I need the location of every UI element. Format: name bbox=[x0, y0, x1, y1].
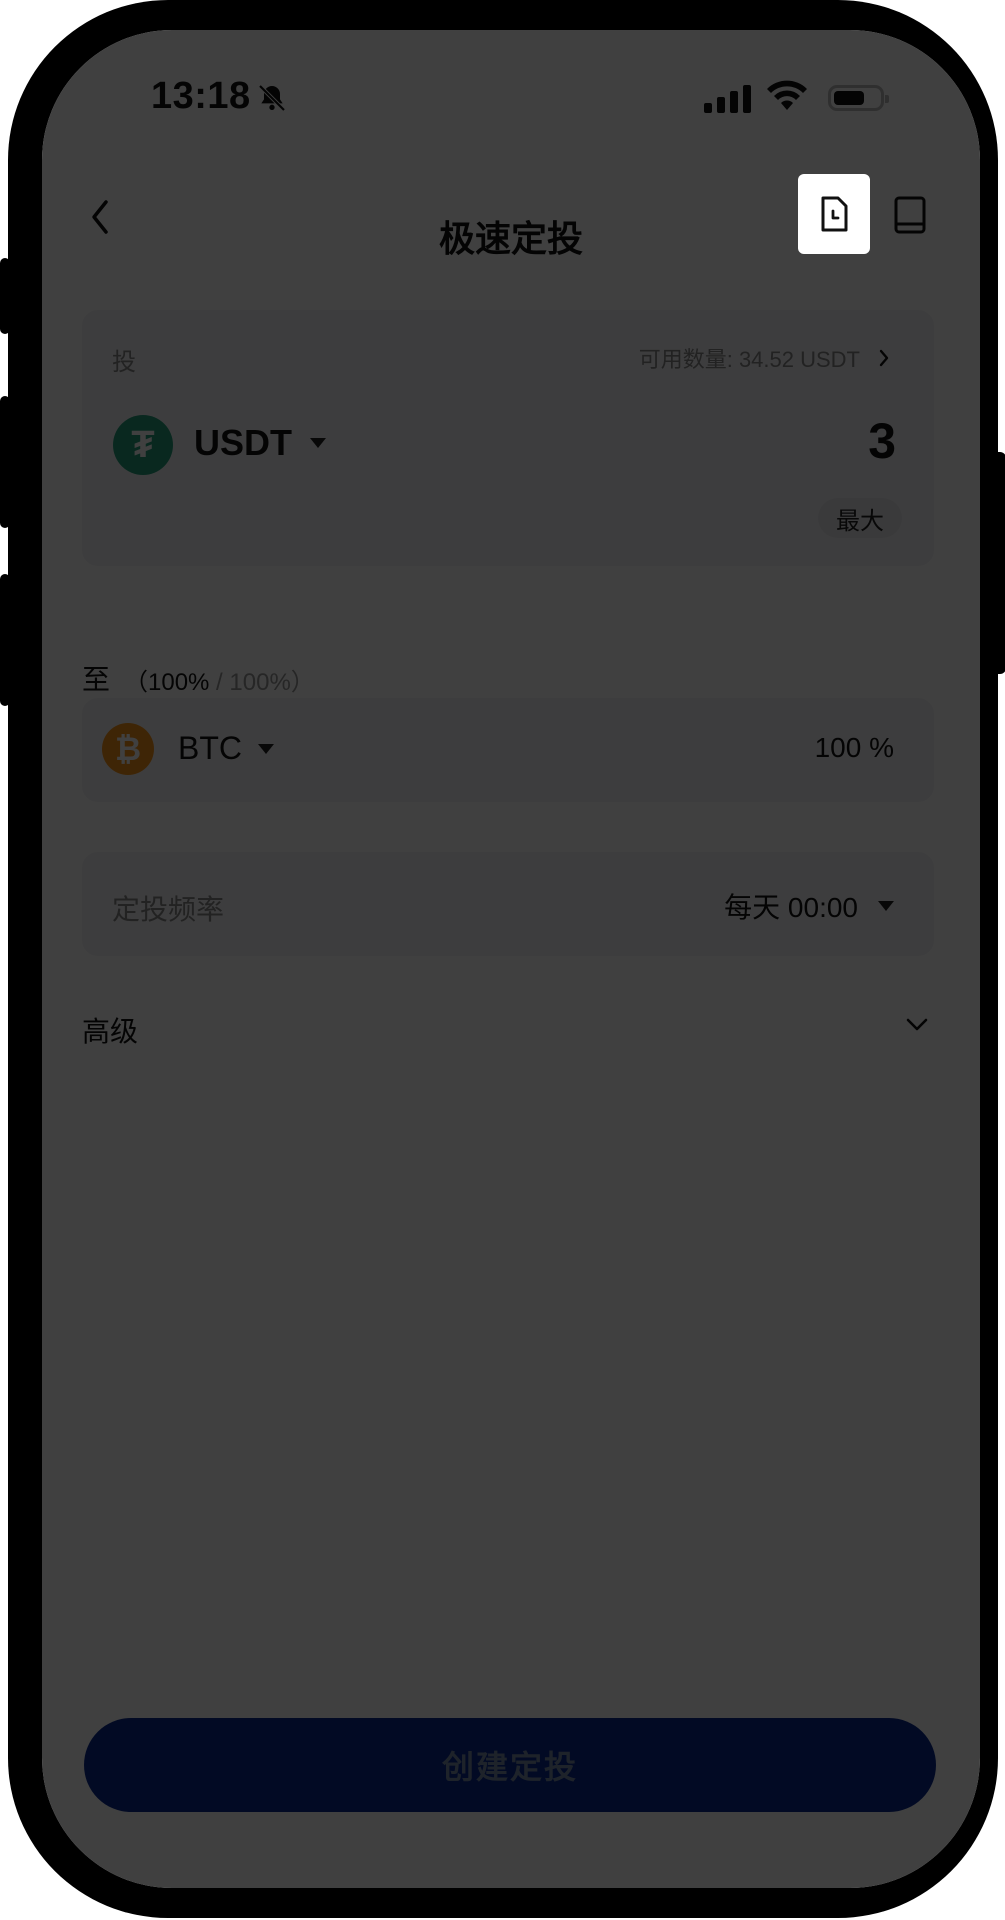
power-button bbox=[992, 452, 1005, 674]
advanced-toggle[interactable] bbox=[902, 1010, 932, 1045]
screen: 13:18 极速定投 投 可用数量: 34.52 USDT ₮ USDT 3 最… bbox=[42, 30, 980, 1888]
volume-up-button bbox=[0, 396, 10, 528]
guide-book-button[interactable] bbox=[892, 192, 928, 243]
invest-label: 投 bbox=[112, 349, 136, 376]
create-plan-button[interactable]: 创建定投 bbox=[84, 1718, 936, 1812]
allocation-assigned: （100% bbox=[124, 669, 210, 696]
invest-coin-selector[interactable]: USDT bbox=[194, 422, 326, 464]
battery-icon bbox=[828, 85, 889, 111]
max-button[interactable]: 最大 bbox=[818, 498, 902, 538]
available-balance[interactable]: 可用数量: 34.52 USDT bbox=[639, 342, 890, 374]
document-clock-icon bbox=[821, 196, 848, 232]
advanced-label[interactable]: 高级 bbox=[82, 1010, 138, 1050]
usdt-logo-icon: ₮ bbox=[113, 415, 173, 475]
book-icon bbox=[894, 196, 926, 234]
available-balance-text: 可用数量: 34.52 USDT bbox=[638, 347, 860, 372]
caret-down-icon bbox=[878, 901, 894, 911]
frequency-value: 每天 00:00 bbox=[724, 892, 858, 923]
phone-frame: 13:18 极速定投 投 可用数量: 34.52 USDT ₮ USDT 3 最… bbox=[0, 0, 1005, 1918]
allocation-total: （100% / 100%） bbox=[124, 662, 315, 697]
bell-muted-icon bbox=[256, 82, 288, 119]
target-coin-selector[interactable]: BTC bbox=[178, 730, 274, 767]
invest-coin-name: USDT bbox=[194, 422, 292, 463]
dim-overlay bbox=[42, 30, 980, 1888]
volume-down-button bbox=[0, 574, 10, 706]
caret-down-icon bbox=[258, 743, 274, 754]
invest-amount-input[interactable]: 3 bbox=[868, 412, 896, 470]
cellular-signal-icon bbox=[704, 85, 751, 113]
status-time: 13:18 bbox=[151, 75, 251, 117]
wifi-icon bbox=[766, 80, 808, 117]
chevron-down-icon bbox=[906, 1018, 928, 1031]
target-allocation-input[interactable]: 100 % bbox=[815, 732, 894, 764]
caret-down-icon bbox=[310, 438, 326, 448]
history-button[interactable] bbox=[798, 174, 870, 254]
frequency-label: 定投频率 bbox=[112, 894, 225, 925]
allocation-max: / 100%） bbox=[209, 669, 315, 696]
chevron-right-icon bbox=[879, 349, 889, 367]
target-coin-name: BTC bbox=[178, 730, 242, 766]
mute-switch bbox=[0, 258, 10, 334]
target-label: 至 bbox=[82, 664, 111, 695]
frequency-selector[interactable]: 每天 00:00 bbox=[724, 886, 894, 926]
btc-logo-icon: ₿ bbox=[102, 723, 154, 775]
